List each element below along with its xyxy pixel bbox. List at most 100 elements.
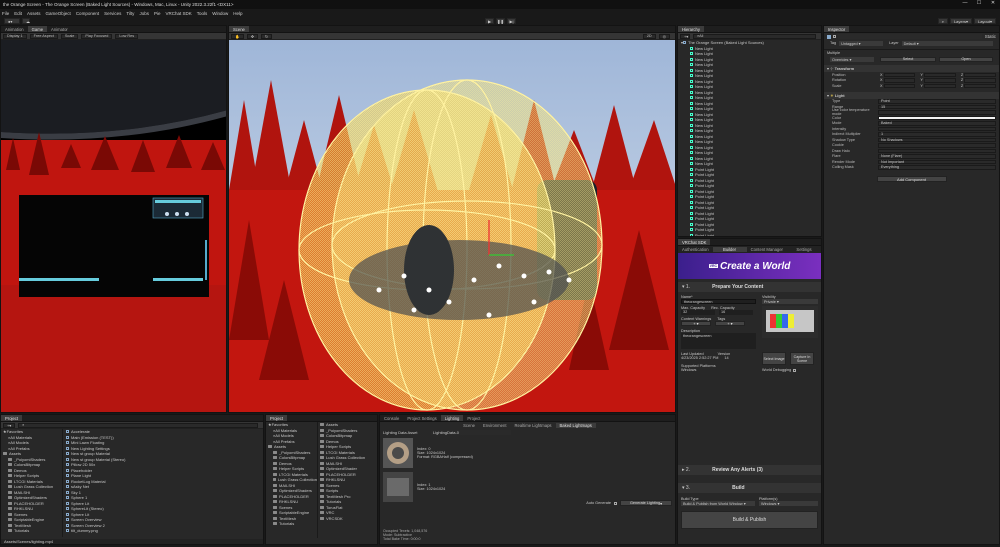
axis-field[interactable] [883,72,916,77]
tab-console[interactable]: Console [380,415,403,421]
layers-dropdown[interactable]: Layers ▾ [949,18,972,24]
name-input[interactable]: theorangescreen [681,299,756,304]
menu-file[interactable]: File [2,11,9,16]
layer-dropdown[interactable]: Default ▾ [901,40,993,46]
maximize-button[interactable]: ☐ [972,0,986,6]
create-button[interactable]: +▾ [3,422,16,428]
tab-settings[interactable]: Settings [787,247,821,252]
tab-content-manager[interactable]: Content Manager [747,247,787,252]
open-button[interactable]: Open [939,56,993,62]
light-property-value[interactable]: 15 [878,104,996,109]
aspect-dropdown[interactable]: Free Aspect [29,33,58,39]
axis-field[interactable] [923,78,956,83]
max-capacity-input[interactable]: 32 [681,310,715,315]
gizmos-button[interactable]: ◎ [658,33,670,39]
generate-lighting-button[interactable]: Generate Lighting ▾ [620,500,672,506]
light-property-value[interactable]: Not Important [878,159,996,164]
tag-dropdown[interactable]: Untagged ▾ [839,40,884,46]
account-button[interactable]: ●▾ [4,18,20,24]
menu-pie[interactable]: Pie [154,11,161,16]
tab-project-2[interactable]: Project [266,415,288,421]
light-property-value[interactable]: None (Flare) [878,154,996,159]
step-button[interactable]: ▶| [507,18,516,24]
hierarchy-item[interactable]: Point Light [678,233,821,236]
move-tool-button[interactable]: ✥ [246,33,258,39]
tab-project-3[interactable]: Project [463,415,484,421]
menu-component[interactable]: Component [76,11,99,16]
light-property-value[interactable] [878,148,996,153]
tab-hierarchy[interactable]: Hierarchy [678,26,704,32]
visibility-dropdown[interactable]: Private ▾ [762,299,818,304]
subtab-environment[interactable]: Environment [479,423,511,428]
tab-lighting[interactable]: Lighting [440,415,464,421]
display-dropdown[interactable]: Display 1 [3,33,27,39]
play-focused-dropdown[interactable]: Play Focused [81,33,113,39]
axis-field[interactable] [923,72,956,77]
build-type-dropdown[interactable]: Build & Publish from World Window ▾ [681,501,755,506]
light-property-value[interactable]: Point [878,99,996,104]
tab-inspector[interactable]: Inspector [824,26,850,32]
light-property-value[interactable]: Baked [878,121,996,126]
axis-field[interactable] [883,78,916,83]
select-button[interactable]: Select [880,56,936,62]
light-property-value[interactable] [878,143,996,148]
platform-dropdown[interactable]: Windows ▾ [759,501,818,506]
capture-in-scene-button[interactable]: Capture In Scene [790,352,814,365]
add-component-button[interactable]: Add Component [876,176,947,182]
world-debugging-checkbox[interactable] [793,368,797,372]
tab-animation[interactable]: Animation [1,26,28,32]
scene-view[interactable] [229,40,676,413]
scale-slider[interactable]: Scale [60,33,79,39]
menu-help[interactable]: Help [233,11,242,16]
subtab-scene[interactable]: Scene [459,423,479,428]
tab-builder[interactable]: Builder [712,247,747,252]
tree-item[interactable]: Tutorials [268,521,317,527]
section-alerts[interactable]: ▸ 2. Review Any Alerts (3) [678,465,821,475]
content-warnings-button[interactable]: + ▾ [681,321,711,326]
axis-field[interactable] [964,83,996,88]
subtab-baked-lightmaps[interactable]: Baked Lightmaps [555,423,596,428]
file-item[interactable]: tilt_dummy.png [66,528,263,534]
search-button[interactable]: ⌕ [937,18,948,24]
light-property-value[interactable] [878,126,996,131]
transform-header[interactable]: ▾ ⊹ Transform [824,65,999,72]
tab-authentication[interactable]: Authentication [678,247,713,252]
menu-edit[interactable]: Edit [14,11,22,16]
tags-button[interactable]: + ▾ [715,321,745,326]
cloud-button[interactable]: ☁ [22,18,30,24]
menu-window[interactable]: Window [212,11,228,16]
menu-tools[interactable]: Tools [197,11,208,16]
tree-item[interactable]: Tutorials [3,528,62,534]
light-property-value[interactable]: No Shadows [878,137,996,142]
select-image-button[interactable]: Select Image [762,352,786,365]
light-property-value[interactable]: Everything [878,165,996,170]
auto-generate-checkbox[interactable] [614,501,617,505]
menu-vrchat-sdk[interactable]: VRChat SDK [165,11,191,16]
light-property-value[interactable] [878,115,996,120]
close-button[interactable]: ✕ [986,0,1000,6]
pause-button[interactable]: ❚❚ [496,18,505,24]
2d-toggle[interactable]: 2D [642,33,656,39]
axis-field[interactable] [923,83,956,88]
menu-gameobject[interactable]: GameObject [46,11,71,16]
axis-field[interactable] [883,83,916,88]
rec-capacity-input[interactable]: 16 [719,310,753,315]
description-input[interactable]: theorangescreen [681,333,756,349]
menu-assets[interactable]: Assets [27,11,41,16]
light-property-value[interactable]: 1 [878,132,996,137]
low-res-toggle[interactable]: Low Res [115,33,139,39]
section-build[interactable]: ▾ 3. Build [678,483,821,493]
axis-field[interactable] [964,72,996,77]
play-button[interactable]: ▶ [485,18,494,24]
tab-scene[interactable]: Scene [229,26,249,32]
tab-game[interactable]: Game [27,26,48,32]
subtab-realtime-lightmaps[interactable]: Realtime Lightmaps [511,423,556,428]
lighting-asset-field[interactable]: LightingData-0 [431,430,511,435]
hand-tool-button[interactable]: ✋ [231,33,244,39]
tab-vrchat-sdk[interactable]: VRChat SDK [678,239,711,245]
active-checkbox[interactable] [833,35,836,38]
axis-field[interactable] [964,78,996,83]
light-header[interactable]: ▾ ☀ Light [824,91,999,99]
light-property-value[interactable] [878,110,996,115]
tab-animator[interactable]: Animator [47,26,72,32]
